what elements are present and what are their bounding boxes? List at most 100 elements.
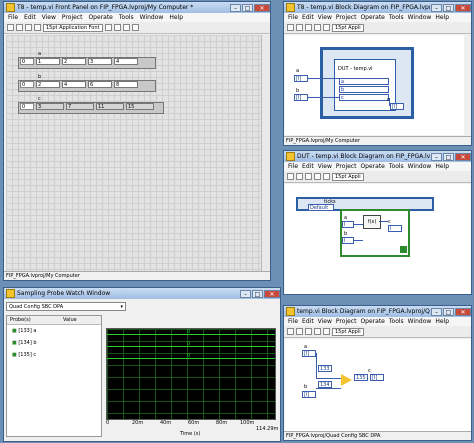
close-button[interactable]: ✕ (254, 3, 270, 12)
maximize-button[interactable]: □ (252, 289, 263, 298)
add-function-icon[interactable] (341, 374, 352, 386)
run-arrow-icon[interactable] (7, 24, 14, 31)
array-a-cell-1[interactable]: 2 (62, 58, 86, 65)
align-icon[interactable] (104, 24, 112, 31)
font-selector[interactable]: 15pt Application Font (43, 23, 103, 32)
front-panel-canvas[interactable] (6, 35, 261, 271)
dut-terminal-a[interactable]: a (339, 78, 389, 85)
close-button[interactable]: ✕ (455, 307, 471, 316)
block-diagram-2-window[interactable]: DUT - temp.vi Block Diagram on FIP_FPGA.… (283, 150, 472, 295)
block-diagram-3-window[interactable]: temp.vi Block Diagram on FIP_FPGA.lvproj… (283, 305, 472, 441)
array-b-cell-2[interactable]: 6 (88, 81, 112, 88)
menu-edit[interactable]: Edit (24, 14, 36, 21)
array-c-index[interactable]: 0 (20, 103, 34, 110)
probe-133-const[interactable]: 133 (318, 365, 332, 372)
probe-row-b[interactable]: ■ [134] b (12, 340, 37, 346)
run-arrow-icon[interactable] (287, 328, 294, 335)
menu-view[interactable]: View (318, 14, 332, 21)
title-bar[interactable]: Sampling Probe Watch Window – □ ✕ (4, 288, 280, 299)
indicator-c-terminal[interactable]: [I] (390, 103, 404, 110)
minimize-button[interactable]: – (230, 3, 241, 12)
menu-edit[interactable]: Edit (302, 318, 314, 325)
menu-help[interactable]: Help (169, 14, 183, 21)
input-a-terminal[interactable]: I (342, 221, 354, 228)
control-b-terminal[interactable]: [I] (302, 391, 316, 398)
maximize-button[interactable]: □ (443, 307, 454, 316)
menu-window[interactable]: Window (408, 318, 432, 325)
menu-file[interactable]: File (8, 14, 18, 21)
menu-operate[interactable]: Operate (360, 14, 384, 21)
menu-file[interactable]: File (288, 14, 298, 21)
probe-watch-window[interactable]: Sampling Probe Watch Window – □ ✕ Quad Con… (3, 287, 281, 442)
menu-tools[interactable]: Tools (389, 14, 404, 21)
front-panel-window[interactable]: T8 - temp.vi Front Panel on FIP_FPGA.lvp… (3, 1, 271, 281)
output-c-terminal[interactable]: I (388, 225, 402, 232)
run-arrow-icon[interactable] (287, 24, 294, 31)
menu-file[interactable]: File (288, 163, 298, 170)
minimize-button[interactable]: – (431, 152, 442, 161)
dut-terminal-c[interactable]: c (339, 94, 389, 101)
step-icon[interactable] (323, 24, 330, 31)
font-selector[interactable]: 15pt Appli (332, 327, 364, 336)
menu-help[interactable]: Help (435, 163, 449, 170)
array-b-cell-1[interactable]: 4 (62, 81, 86, 88)
reorder-icon[interactable] (131, 24, 139, 31)
indicator-c-terminal[interactable]: [I] (370, 374, 384, 381)
highlight-execution-icon[interactable] (314, 328, 321, 335)
highlight-execution-icon[interactable] (314, 173, 321, 180)
pause-icon[interactable] (305, 173, 312, 180)
menu-tools[interactable]: Tools (389, 318, 404, 325)
array-b-cell-3[interactable]: 8 (114, 81, 138, 88)
loop-condition-icon[interactable] (400, 246, 407, 253)
probe-row-c[interactable]: ■ [135] c (12, 352, 36, 358)
menu-view[interactable]: View (318, 318, 332, 325)
step-icon[interactable] (323, 328, 330, 335)
menu-edit[interactable]: Edit (302, 14, 314, 21)
run-continuously-icon[interactable] (16, 24, 23, 31)
array-a-index[interactable]: 0 (20, 58, 34, 65)
highlight-execution-icon[interactable] (314, 24, 321, 31)
probe-row-a[interactable]: ■ [133] a (12, 328, 36, 334)
probes-column-header[interactable]: Probe(s) (10, 317, 31, 323)
maximize-button[interactable]: □ (242, 3, 253, 12)
font-selector[interactable]: 15pt Appli (332, 23, 364, 32)
abort-icon[interactable] (296, 24, 303, 31)
array-a-cell-2[interactable]: 3 (88, 58, 112, 65)
font-selector[interactable]: 15pt Appli (332, 172, 364, 181)
step-icon[interactable] (323, 173, 330, 180)
compute-node[interactable]: f(x) (363, 215, 381, 229)
array-b-cell-0[interactable]: 2 (36, 81, 60, 88)
menu-tools[interactable]: Tools (119, 14, 134, 21)
input-b-terminal[interactable]: I (342, 237, 354, 244)
control-a-terminal[interactable]: [I] (302, 350, 316, 357)
value-column-header[interactable]: Value (63, 317, 77, 323)
dut-terminal-b[interactable]: b (339, 86, 389, 93)
menu-window[interactable]: Window (140, 14, 164, 21)
control-b-terminal[interactable]: [I] (294, 94, 308, 101)
title-bar[interactable]: temp.vi Block Diagram on FIP_FPGA.lvproj… (284, 306, 471, 317)
menu-project[interactable]: Project (336, 318, 357, 325)
menu-view[interactable]: View (42, 14, 56, 21)
close-button[interactable]: ✕ (455, 152, 471, 161)
run-arrow-icon[interactable] (287, 173, 294, 180)
resize-icon[interactable] (122, 24, 130, 31)
minimize-button[interactable]: – (431, 307, 442, 316)
array-b-control[interactable]: 0 2 4 6 8 (20, 80, 138, 89)
close-button[interactable]: ✕ (264, 289, 280, 298)
probe-135-const[interactable]: 135 (354, 374, 368, 381)
minimize-button[interactable]: – (431, 3, 442, 12)
abort-icon[interactable] (25, 24, 32, 31)
menu-project[interactable]: Project (336, 163, 357, 170)
close-button[interactable]: ✕ (455, 3, 471, 12)
title-bar[interactable]: T8 - temp.vi Front Panel on FIP_FPGA.lvp… (4, 2, 270, 13)
menu-operate[interactable]: Operate (88, 14, 112, 21)
menu-project[interactable]: Project (62, 14, 83, 21)
block-diagram-1-window[interactable]: T8 - temp.vi Block Diagram on FIP_FPGA.l… (283, 1, 472, 146)
maximize-button[interactable]: □ (443, 152, 454, 161)
abort-icon[interactable] (296, 173, 303, 180)
abort-icon[interactable] (296, 328, 303, 335)
waveform-chart[interactable]: 0 0 0 (106, 328, 276, 420)
menu-edit[interactable]: Edit (302, 163, 314, 170)
menu-view[interactable]: View (318, 163, 332, 170)
pause-icon[interactable] (34, 24, 41, 31)
